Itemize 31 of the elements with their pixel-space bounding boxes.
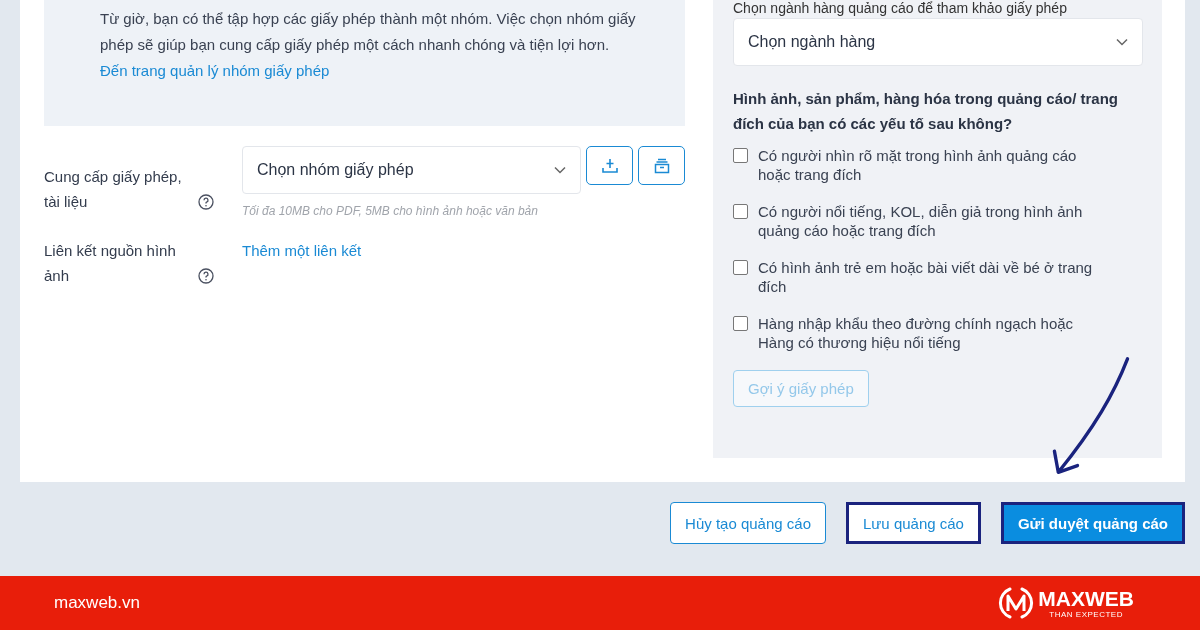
- panel-heading: Chọn ngành hàng quảng cáo để tham khảo giấy phép: [733, 0, 1068, 16]
- checkbox[interactable]: [733, 260, 748, 275]
- license-group-select[interactable]: Chọn nhóm giấy phép: [242, 146, 581, 194]
- option-label: Có người nổi tiếng, KOL, diễn giả trong hình ảnh quảng cáo hoặc trang đích: [758, 202, 1084, 240]
- option-label: Hàng nhập khẩu theo đường chính ngạch hoặc Hàng có thương hiệu nổi tiếng: [758, 314, 1075, 352]
- hint-text: Tối đa 10MB cho PDF, 5MB cho hình ảnh hoặc văn bản: [242, 204, 539, 218]
- field-label: Cung cấp giấy phép, tài liệu: [44, 167, 183, 212]
- site-url: maxweb.vn: [54, 593, 140, 613]
- help-icon[interactable]: [198, 194, 214, 210]
- upload-button[interactable]: [586, 146, 633, 185]
- checkbox[interactable]: [733, 316, 748, 331]
- field-label: Liên kết nguồn hình ảnh: [44, 241, 177, 286]
- action-button[interactable]: Gửi duyệt quảng cáo: [1000, 502, 1185, 544]
- chevron-down-icon: [554, 166, 566, 174]
- action-button[interactable]: Lưu quảng cáo: [846, 502, 981, 544]
- checkbox[interactable]: [733, 204, 748, 219]
- option-label: Có người nhìn rõ mặt trong hình ảnh quảng cáo hoặc trang đích: [758, 146, 1078, 184]
- chevron-down-icon: [1116, 38, 1128, 46]
- brand-tagline: THAN EXPECTED: [1049, 609, 1123, 619]
- brand-name: MAXWEB: [1038, 587, 1134, 610]
- manage-groups-link[interactable]: Đến trang quản lý nhóm giấy phép: [100, 58, 330, 84]
- info-text: Từ giờ, bạn có thể tập hợp các giấy phép thành một nhóm. Việc chọn nhóm giấy phép sẽ giúp bạn cung cấp giấy phép một cách nhanh chóng và tiện lợi hơn.: [100, 9, 637, 55]
- help-icon[interactable]: [198, 268, 214, 284]
- add-link[interactable]: Thêm một liên kết: [242, 238, 362, 264]
- industry-select[interactable]: Chọn ngành hàng: [733, 18, 1143, 66]
- option-label: Có hình ảnh trẻ em hoặc bài viết dài về bé ở trang đích: [758, 258, 1094, 296]
- checkbox[interactable]: [733, 148, 748, 163]
- logo-icon: [998, 585, 1035, 621]
- question-text: Hình ảnh, sản phẩm, hàng hóa trong quảng cáo/ trang đích của bạn có các yếu tố sau không?: [733, 89, 1119, 134]
- archive-button[interactable]: [638, 146, 685, 185]
- action-button[interactable]: Hủy tạo quảng cáo: [670, 502, 826, 544]
